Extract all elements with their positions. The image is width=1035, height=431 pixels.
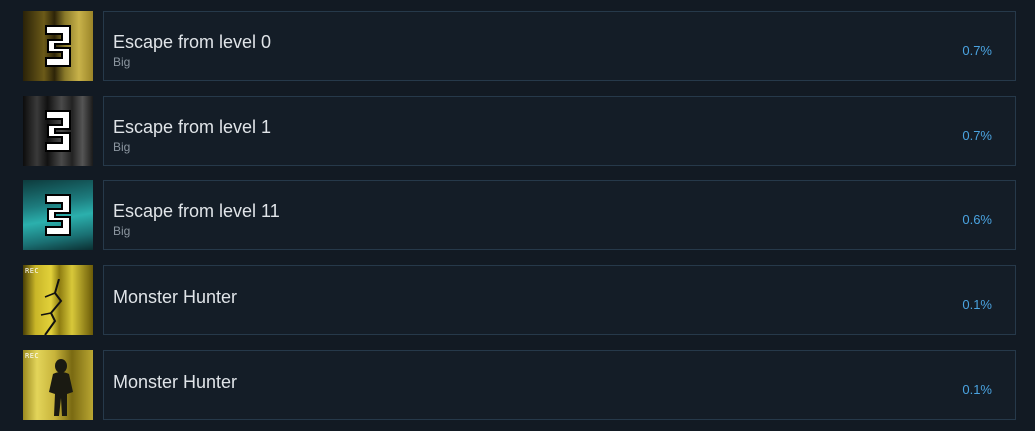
level-badge-3-icon [45,110,71,152]
achievement-title: Escape from level 1 [113,117,272,137]
achievement-thumbnail: REC [23,265,93,335]
camera-rec-icon: REC [25,352,40,360]
achievement-thumbnail [23,96,93,166]
achievement-row[interactable]: REC Monster Hunter 0.1% [0,265,1035,337]
achievement-row[interactable]: Escape from level 1 Big 0.7% [0,96,1035,168]
achievement-row[interactable]: Escape from level 11 Big 0.6% [0,180,1035,252]
achievement-subtitle: Big [113,140,131,154]
achievement-unlock-percent: 0.1% [962,297,992,312]
achievement-thumbnail [23,180,93,250]
achievement-card[interactable]: Monster Hunter 0.1% [103,350,1016,420]
achievement-list: Escape from level 0 Big 0.7% Escape from… [0,0,1035,431]
achievement-subtitle: Big [113,224,131,238]
achievement-card[interactable]: Escape from level 1 Big 0.7% [103,96,1016,166]
level-badge-3-icon [45,25,71,67]
level-badge-3-icon [45,194,71,236]
monster-silhouette-icon [49,359,73,416]
achievement-unlock-percent: 0.6% [962,212,992,227]
achievement-card[interactable]: Escape from level 11 Big 0.6% [103,180,1016,250]
achievement-thumbnail [23,11,93,81]
achievement-title: Monster Hunter [113,372,238,392]
achievement-row[interactable]: Escape from level 0 Big 0.7% [0,11,1035,83]
camera-rec-icon: REC [25,267,40,275]
achievement-unlock-percent: 0.7% [962,43,992,58]
achievement-card[interactable]: Escape from level 0 Big 0.7% [103,11,1016,81]
achievement-title: Escape from level 0 [113,32,272,52]
achievement-row[interactable]: REC Monster Hunter 0.1% [0,350,1035,422]
achievement-unlock-percent: 0.1% [962,382,992,397]
crack-icon [40,279,63,335]
achievement-unlock-percent: 0.7% [962,128,992,143]
achievement-thumbnail: REC [23,350,93,420]
achievement-title: Monster Hunter [113,287,238,307]
achievement-title: Escape from level 11 [113,201,280,221]
achievement-subtitle: Big [113,55,131,69]
achievement-card[interactable]: Monster Hunter 0.1% [103,265,1016,335]
